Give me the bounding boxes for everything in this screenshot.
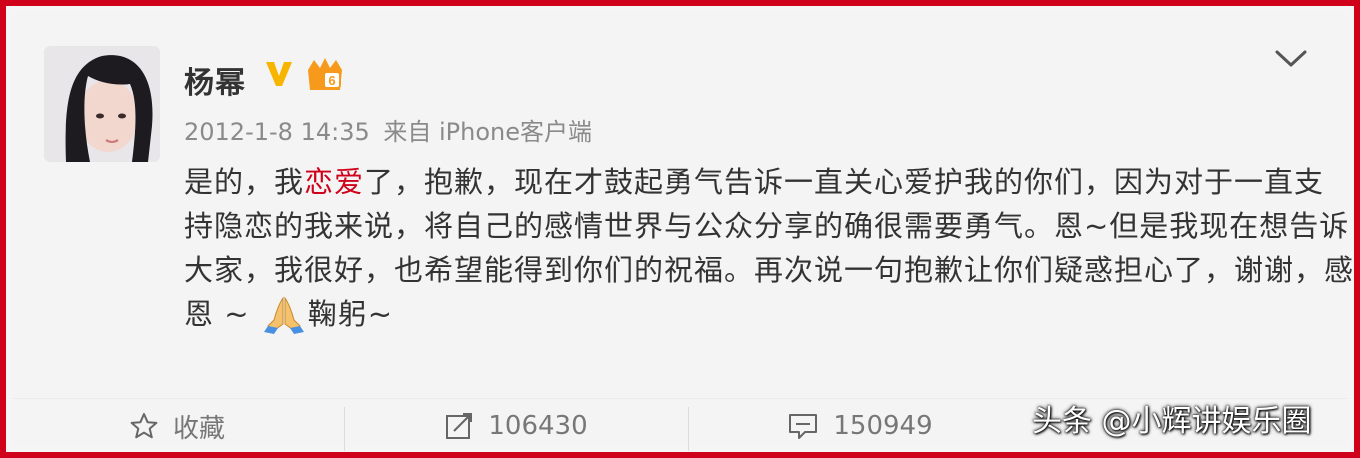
red-frame: 杨幂 6 2012-1-8 14:35 来自 iPhone客户端 是的，我恋爱了… bbox=[0, 0, 1360, 458]
chevron-down-icon[interactable] bbox=[1274, 48, 1308, 70]
favorite-button[interactable]: 收藏 bbox=[12, 399, 342, 453]
repost-count: 106430 bbox=[488, 411, 588, 441]
post-source[interactable]: 来自 iPhone客户端 bbox=[383, 118, 592, 146]
svg-text:6: 6 bbox=[328, 73, 335, 88]
username[interactable]: 杨幂 bbox=[184, 58, 246, 102]
content-highlight: 恋爱 bbox=[304, 165, 365, 199]
content-text-1: 是的，我 bbox=[184, 165, 305, 199]
praying-hands-icon bbox=[263, 296, 304, 334]
star-icon bbox=[130, 413, 158, 439]
avatar[interactable] bbox=[44, 46, 160, 162]
divider bbox=[688, 407, 689, 451]
divider bbox=[344, 407, 345, 451]
comment-icon bbox=[789, 414, 818, 439]
avatar-image bbox=[44, 46, 160, 162]
weibo-post-card: 杨幂 6 2012-1-8 14:35 来自 iPhone客户端 是的，我恋爱了… bbox=[12, 12, 1353, 451]
comment-button[interactable]: 150949 bbox=[690, 399, 1030, 453]
repost-button[interactable]: 106430 bbox=[346, 399, 686, 453]
post-content: 是的，我恋爱了，抱歉，现在才鼓起勇气告诉一直关心爱护我的你们，因为对于一直支持隐… bbox=[184, 160, 1354, 336]
post-meta: 2012-1-8 14:35 来自 iPhone客户端 bbox=[184, 112, 598, 147]
comment-count: 150949 bbox=[833, 411, 933, 441]
content-text-3: 鞠躬~ bbox=[307, 297, 394, 331]
timestamp[interactable]: 2012-1-8 14:35 bbox=[184, 118, 370, 146]
verified-v-icon bbox=[266, 62, 292, 86]
favorite-label: 收藏 bbox=[172, 413, 225, 444]
watermark: 头条 @小辉讲娱乐圈 bbox=[1032, 404, 1312, 439]
vip-crown-icon: 6 bbox=[308, 58, 342, 90]
repost-icon bbox=[446, 413, 473, 439]
